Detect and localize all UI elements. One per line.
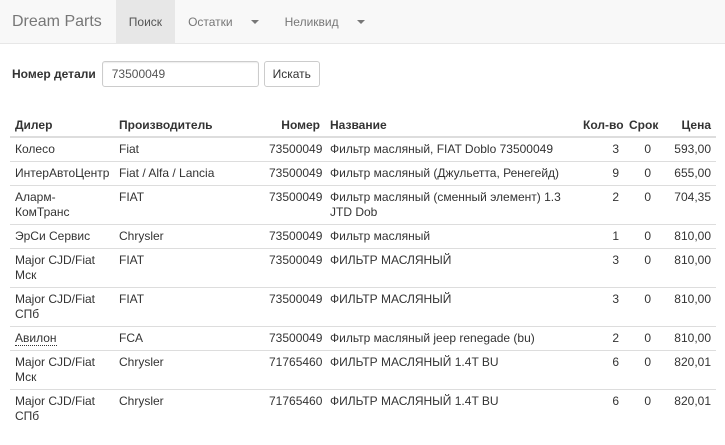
- cell-name: ФИЛЬТР МАСЛЯНЫЙ 1.4T BU: [325, 389, 578, 428]
- cell-dealer: Major CJD/Fiat Мск: [10, 248, 114, 288]
- cell-name: Фильтр масляный (Джульетта, Ренегейд): [325, 161, 578, 186]
- cell-price: 810,00: [656, 248, 716, 288]
- cell-term: 0: [624, 224, 656, 249]
- cell-quantity: 9: [578, 161, 624, 186]
- part-number-input[interactable]: [101, 61, 259, 87]
- table-row: Major CJD/Fiat Мск Chrysler 71765460 ФИЛЬТР…: [10, 350, 716, 390]
- cell-price: 810,00: [656, 224, 716, 249]
- caret-down-icon: [250, 19, 259, 24]
- cell-dealer: Major CJD/Fiat СПб: [10, 287, 114, 327]
- dealer-tooltip-link[interactable]: Авилон: [15, 331, 57, 346]
- cell-term: 0: [624, 136, 656, 162]
- nav-item-search[interactable]: Поиск: [115, 0, 176, 43]
- cell-manufacturer: FIAT: [114, 248, 264, 288]
- cell-term: 0: [624, 287, 656, 327]
- table-row: Колесо Fiat 73500049 Фильтр масляный, FIAT …: [10, 136, 716, 162]
- nav-item-illiquid[interactable]: Неликвид: [272, 0, 378, 43]
- cell-price: 704,35: [656, 185, 716, 225]
- table-row: Major CJD/Fiat СПб FIAT 73500049 ФИЛЬТР МАС…: [10, 287, 716, 327]
- cell-manufacturer: Fiat / Alfa / Lancia: [114, 161, 264, 186]
- table-row: Авилон FCA 73500049 Фильтр масляный jeep re…: [10, 326, 716, 351]
- table-row: Major CJD/Fiat СПб Chrysler 71765460 ФИЛЬТР…: [10, 389, 716, 428]
- table-row: Major CJD/Fiat Мск FIAT 73500049 ФИЛЬТР МАС…: [10, 248, 716, 288]
- cell-price: 820,01: [656, 350, 716, 390]
- cell-name: Фильтр масляный (сменный элемент) 1.3 JT…: [325, 185, 578, 225]
- cell-dealer: ЭрСи Сервис: [10, 224, 114, 249]
- cell-price: 810,00: [656, 326, 716, 351]
- cell-number: 71765460: [264, 389, 325, 428]
- cell-number: 71765460: [264, 350, 325, 390]
- cell-dealer: Колесо: [10, 136, 114, 162]
- cell-number: 73500049: [264, 287, 325, 327]
- cell-name: Фильтр масляный, FIAT Doblo 73500049: [325, 136, 578, 162]
- cell-number: 73500049: [264, 185, 325, 225]
- cell-number: 73500049: [264, 136, 325, 162]
- header-term: Срок: [624, 114, 658, 138]
- cell-term: 0: [624, 185, 656, 225]
- cell-manufacturer: Chrysler: [114, 350, 264, 390]
- header-name: Название: [325, 114, 578, 138]
- header-price: Цена: [656, 114, 716, 138]
- cell-term: 0: [624, 326, 656, 351]
- table-row: ИнтерАвтоЦентр Fiat / Alfa / Lancia 735000…: [10, 161, 716, 186]
- nav-item-search-label: Поиск: [128, 14, 163, 29]
- cell-price: 820,01: [656, 389, 716, 428]
- header-dealer: Дилер: [10, 114, 114, 138]
- cell-quantity: 2: [578, 326, 624, 351]
- table-header-row: Дилер Производитель Номер Название Кол-в…: [10, 114, 716, 138]
- cell-number: 73500049: [264, 224, 325, 249]
- cell-quantity: 2: [578, 185, 624, 225]
- cell-quantity: 3: [578, 136, 624, 162]
- search-button[interactable]: Искать: [263, 61, 320, 87]
- cell-name: Фильтр масляный: [325, 224, 578, 249]
- cell-manufacturer: Chrysler: [114, 224, 264, 249]
- caret-down-icon: [356, 19, 365, 24]
- cell-dealer: Авилон: [10, 326, 114, 351]
- cell-term: 0: [624, 350, 656, 390]
- nav-item-stock-label: Остатки: [188, 14, 233, 29]
- part-number-label: Номер детали: [12, 67, 96, 81]
- cell-dealer: Major CJD/Fiat СПб: [10, 389, 114, 428]
- results-table: Дилер Производитель Номер Название Кол-в…: [10, 114, 716, 428]
- cell-price: 593,00: [656, 136, 716, 162]
- cell-name: ФИЛЬТР МАСЛЯНЫЙ: [325, 248, 578, 288]
- cell-manufacturer: Fiat: [114, 136, 264, 162]
- search-form: Номер детали Искать: [12, 61, 320, 87]
- cell-dealer: Аларм-КомТранс: [10, 185, 114, 225]
- brand-logo[interactable]: Dream Parts: [0, 0, 116, 43]
- nav-item-illiquid-label: Неликвид: [284, 14, 339, 29]
- header-number: Номер: [264, 114, 325, 138]
- cell-manufacturer: FIAT: [114, 287, 264, 327]
- cell-number: 73500049: [264, 326, 325, 351]
- cell-price: 655,00: [656, 161, 716, 186]
- cell-quantity: 6: [578, 389, 624, 428]
- cell-name: ФИЛЬТР МАСЛЯНЫЙ 1.4T BU: [325, 350, 578, 390]
- cell-name: ФИЛЬТР МАСЛЯНЫЙ: [325, 287, 578, 327]
- cell-dealer: ИнтерАвтоЦентр: [10, 161, 114, 186]
- cell-manufacturer: FIAT: [114, 185, 264, 225]
- navbar: Dream Parts Поиск Остатки Неликвид: [0, 0, 725, 44]
- cell-quantity: 1: [578, 224, 624, 249]
- header-manufacturer: Производитель: [114, 114, 264, 138]
- table-row: Аларм-КомТранс FIAT 73500049 Фильтр масляны…: [10, 185, 716, 225]
- cell-name: Фильтр масляный jeep renegade (bu): [325, 326, 578, 351]
- cell-term: 0: [624, 248, 656, 288]
- cell-number: 73500049: [264, 161, 325, 186]
- cell-price: 810,00: [656, 287, 716, 327]
- nav-item-stock[interactable]: Остатки: [175, 0, 272, 43]
- cell-dealer: Major CJD/Fiat Мск: [10, 350, 114, 390]
- cell-quantity: 6: [578, 350, 624, 390]
- cell-term: 0: [624, 161, 656, 186]
- header-quantity: Кол-во: [578, 114, 624, 138]
- table-row: ЭрСи Сервис Chrysler 73500049 Фильтр маслян…: [10, 224, 716, 249]
- cell-manufacturer: FCA: [114, 326, 264, 351]
- cell-number: 73500049: [264, 248, 325, 288]
- cell-manufacturer: Chrysler: [114, 389, 264, 428]
- cell-quantity: 3: [578, 287, 624, 327]
- cell-term: 0: [624, 389, 656, 428]
- cell-quantity: 3: [578, 248, 624, 288]
